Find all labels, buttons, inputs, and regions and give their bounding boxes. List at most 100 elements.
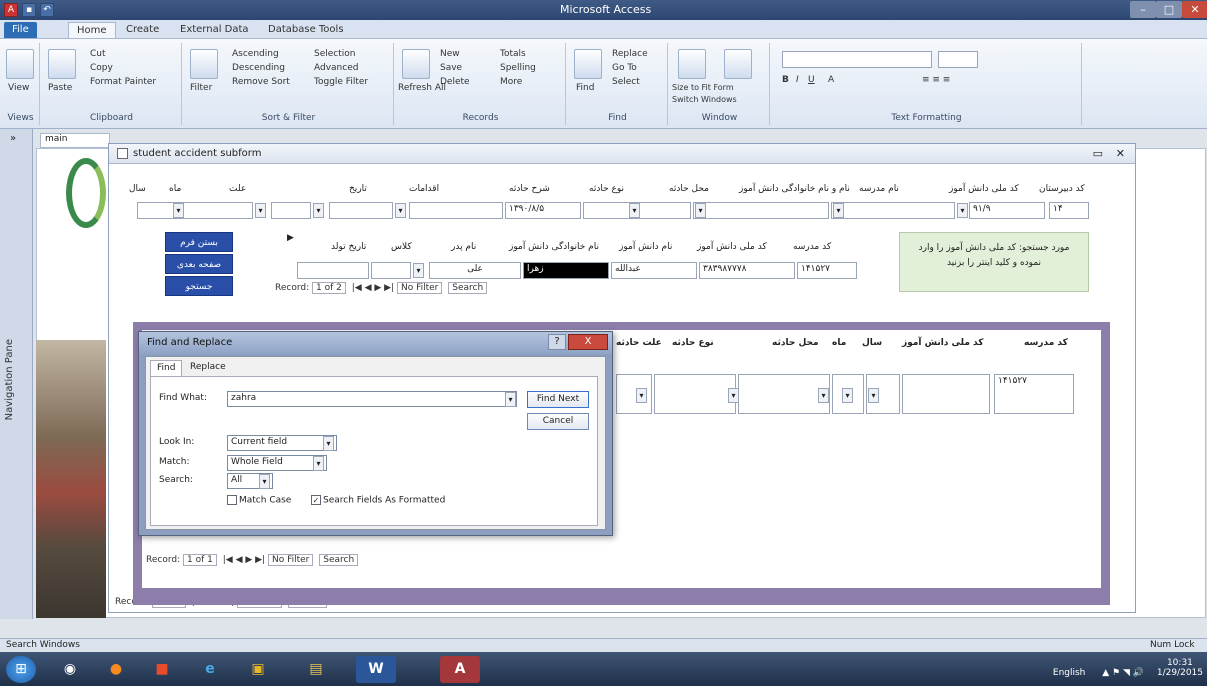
refresh-icon[interactable] [402, 49, 430, 79]
dropdown-icon[interactable]: ▾ [818, 388, 829, 403]
delete-record-button[interactable]: Delete [440, 77, 470, 87]
dialog-title-bar[interactable]: Find and Replace ? X [139, 332, 612, 354]
place-field[interactable] [693, 202, 829, 219]
maximize-icon[interactable]: □ [1156, 1, 1182, 18]
save-icon[interactable]: ▪ [22, 3, 36, 17]
inner-school-code[interactable]: ۱۴۱۵۲۷ [994, 374, 1074, 414]
nav-position[interactable]: 1 of 1 [183, 554, 217, 566]
select-button[interactable]: Select [612, 77, 640, 87]
tab-create[interactable]: Create [118, 22, 167, 38]
align-icon[interactable]: ≡ ≡ ≡ [922, 75, 950, 85]
filter-icon[interactable] [190, 49, 218, 79]
nav-filter[interactable]: No Filter [267, 554, 314, 566]
tab-database-tools[interactable]: Database Tools [260, 22, 352, 38]
list-cell-selected[interactable]: زهرا [523, 262, 609, 279]
dropdown-icon[interactable]: ▾ [313, 456, 324, 471]
font-name-combo[interactable] [782, 51, 932, 68]
find-what-input[interactable]: zahra [227, 391, 517, 407]
nav-position[interactable]: 1 of 2 [312, 282, 346, 294]
inner-national-code[interactable] [902, 374, 990, 414]
font-color-icon[interactable]: A [828, 75, 834, 85]
dropdown-icon[interactable]: ▾ [695, 203, 706, 218]
totals-button[interactable]: Totals [500, 49, 526, 59]
dropdown-icon[interactable]: ▾ [323, 436, 334, 451]
list-cell[interactable] [297, 262, 369, 279]
size-to-fit-icon[interactable] [678, 49, 706, 79]
tray-icons[interactable]: ▲ ⚑ ◥ 🔊 [1102, 668, 1144, 678]
more-button[interactable]: More [500, 77, 522, 87]
dropdown-icon[interactable]: ▾ [173, 203, 184, 218]
dialog-close-button[interactable]: X [568, 334, 608, 350]
dropdown-icon[interactable]: ▾ [842, 388, 853, 403]
inner-type[interactable] [654, 374, 736, 414]
size-to-fit-button[interactable]: Size to Fit Form [672, 83, 734, 92]
navigation-pane[interactable]: » Navigation Pane [0, 129, 33, 619]
match-case-checkbox[interactable] [227, 495, 237, 505]
search-formatted-option[interactable]: Search Fields As Formatted [311, 495, 445, 506]
tab-file[interactable]: File [4, 22, 37, 38]
firefox-icon[interactable]: ● [96, 656, 136, 683]
dropdown-icon[interactable]: ▾ [313, 203, 324, 218]
name-field[interactable] [831, 202, 955, 219]
date-field[interactable]: ۱۳۹۰/۸/۵ [505, 202, 581, 219]
close-window-icon[interactable]: ✕ [1182, 1, 1207, 18]
record-selector-icon[interactable]: ▶ [287, 233, 294, 243]
file-explorer-icon[interactable]: ▤ [296, 656, 336, 683]
national-code-field[interactable]: ۹۱/۹ [969, 202, 1045, 219]
dropdown-icon[interactable]: ▾ [728, 388, 739, 403]
replace-button[interactable]: Replace [612, 49, 648, 59]
tab-home[interactable]: Home [68, 22, 116, 38]
toggle-filter-button[interactable]: Toggle Filter [314, 77, 368, 87]
nav-search[interactable]: Search [448, 282, 488, 294]
dropdown-icon[interactable]: ▾ [636, 388, 647, 403]
list-cell[interactable]: علی [429, 262, 521, 279]
nav-search[interactable]: Search [319, 554, 359, 566]
month-field[interactable] [329, 202, 393, 219]
outlook-icon[interactable]: ▣ [238, 656, 278, 683]
language-indicator[interactable]: English [1053, 668, 1086, 678]
cut-button[interactable]: Cut [90, 49, 106, 59]
ascending-button[interactable]: Ascending [232, 49, 279, 59]
filter-button[interactable]: Filter [190, 83, 212, 93]
new-record-button[interactable]: New [440, 49, 460, 59]
list-cell[interactable] [371, 262, 411, 279]
chrome-icon[interactable]: ◉ [50, 656, 90, 683]
undo-icon[interactable]: ↶ [40, 3, 54, 17]
paste-button[interactable]: Paste [48, 83, 72, 93]
tab-external-data[interactable]: External Data [172, 22, 257, 38]
internet-explorer-icon[interactable]: e [190, 656, 230, 683]
next-page-button[interactable]: صفحه بعدی [165, 254, 233, 274]
close-form-button[interactable]: بستن فرم [165, 232, 233, 252]
word-icon[interactable]: W [356, 656, 396, 683]
cancel-button[interactable]: Cancel [527, 413, 589, 430]
find-next-button[interactable]: Find Next [527, 391, 589, 408]
tab-find[interactable]: Find [150, 360, 183, 376]
list-record-navigator[interactable]: Record: 1 of 2 |◀ ◀ ▶ ▶| No Filter Searc… [275, 282, 490, 296]
format-painter-button[interactable]: Format Painter [90, 77, 156, 87]
dropdown-icon[interactable]: ▾ [395, 203, 406, 218]
inner-record-navigator[interactable]: Record: 1 of 1 |◀ ◀ ▶ ▶| No Filter Searc… [146, 554, 361, 568]
dropdown-icon[interactable]: ▾ [833, 203, 844, 218]
italic-icon[interactable]: I [796, 75, 799, 85]
bold-icon[interactable]: B [782, 75, 789, 85]
list-cell[interactable]: ۳۸۳۹۸۷۷۷۸ [699, 262, 795, 279]
minimize-icon[interactable]: – [1130, 1, 1156, 18]
start-icon[interactable]: ⊞ [6, 656, 36, 683]
go-to-button[interactable]: Go To [612, 63, 637, 73]
tab-replace[interactable]: Replace [184, 360, 232, 376]
list-cell[interactable]: ۱۴۱۵۲۷ [797, 262, 857, 279]
dropdown-icon[interactable]: ▾ [629, 203, 640, 218]
nav-pane-toggle-icon[interactable]: » [10, 133, 16, 144]
dropdown-icon[interactable]: ▾ [413, 263, 424, 278]
nav-filter[interactable]: No Filter [396, 282, 443, 294]
underline-icon[interactable]: U [808, 75, 815, 85]
look-in-select[interactable]: Current field [227, 435, 337, 451]
subform-close-icon[interactable]: ✕ [1116, 147, 1125, 160]
cause-field[interactable] [409, 202, 503, 219]
help-button[interactable]: ? [548, 334, 566, 350]
remove-sort-button[interactable]: Remove Sort [232, 77, 290, 87]
spelling-button[interactable]: Spelling [500, 63, 536, 73]
document-tab-main[interactable]: main [40, 133, 110, 148]
school-name-field[interactable] [137, 202, 253, 219]
inner-place[interactable] [738, 374, 830, 414]
